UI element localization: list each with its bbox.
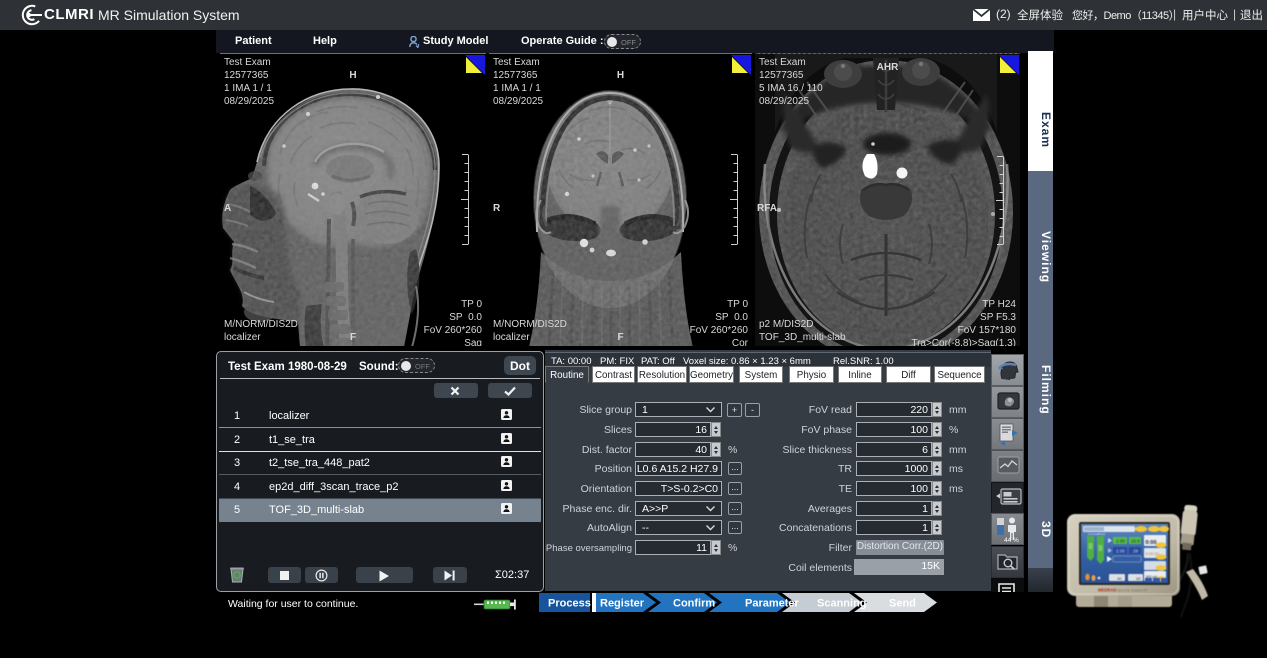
svg-text:Parameter: Parameter: [745, 598, 800, 610]
svg-text:Process: Process: [548, 598, 591, 610]
svg-text:Flush: Flush: [1098, 532, 1106, 536]
svg-text:Send: Send: [889, 598, 916, 610]
svg-text:Scanning: Scanning: [817, 598, 867, 610]
svg-text:2.00: 2.00: [1116, 539, 1125, 544]
svg-text:15.0: 15.0: [1131, 539, 1140, 544]
svg-text:0:00: 0:00: [1146, 540, 1157, 546]
svg-text:2.00: 2.00: [1116, 549, 1125, 554]
svg-text:30: 30: [1136, 576, 1141, 581]
svg-text:29: 29: [1133, 549, 1139, 554]
svg-text:Spectris Solaris EP: Spectris Solaris EP: [1117, 589, 1148, 593]
svg-text:Confirm: Confirm: [673, 598, 715, 610]
svg-text:44 %: 44 %: [1004, 537, 1019, 544]
svg-text:Register: Register: [600, 598, 645, 610]
svg-text:MEDRAD: MEDRAD: [1098, 588, 1116, 593]
svg-text:40: 40: [1117, 576, 1122, 581]
